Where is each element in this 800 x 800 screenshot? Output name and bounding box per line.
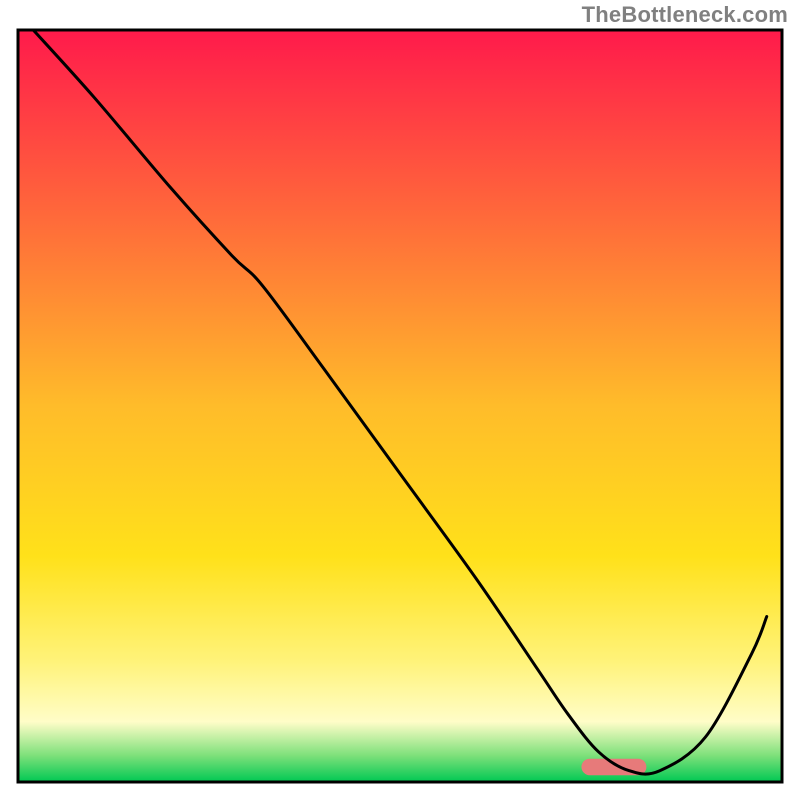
bottleneck-chart [0,0,800,800]
chart-stage: TheBottleneck.com [0,0,800,800]
